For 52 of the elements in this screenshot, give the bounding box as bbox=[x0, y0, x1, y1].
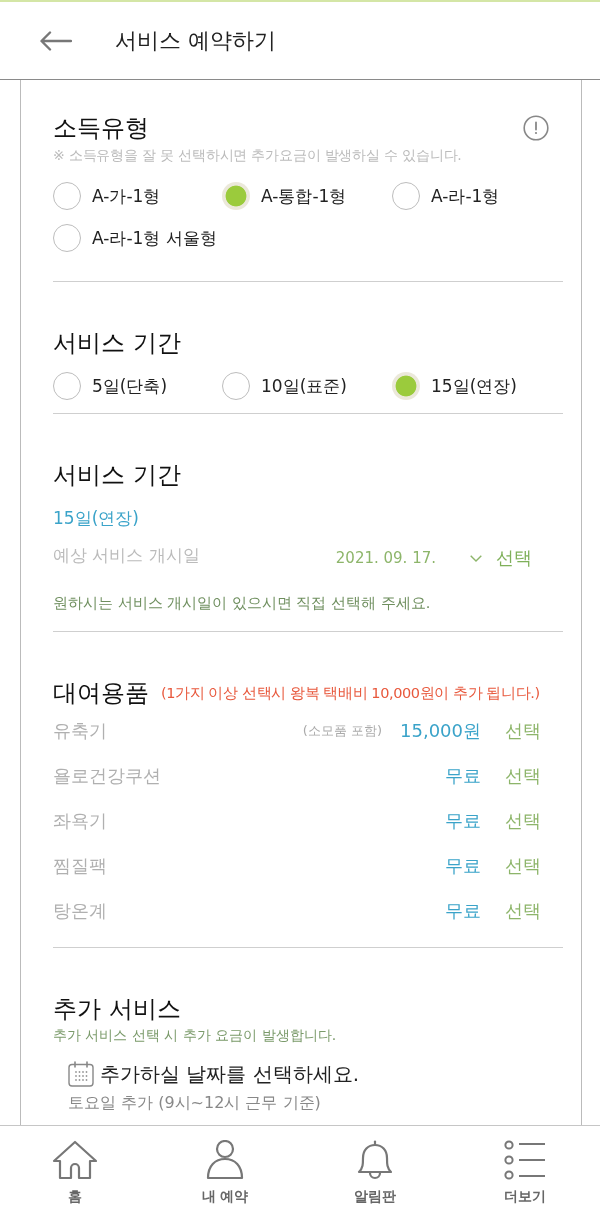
rental-item-name: 유축기 bbox=[53, 718, 108, 743]
section-title: 서비스 기간 bbox=[53, 460, 182, 490]
nav-tab[interactable]: 내 예약 bbox=[150, 1126, 300, 1218]
calendar-icon bbox=[68, 1061, 94, 1087]
nav-tab[interactable]: 홈 bbox=[0, 1126, 150, 1218]
radio-button[interactable] bbox=[392, 372, 420, 400]
menu-icon bbox=[504, 1140, 546, 1180]
rental-item-price: 무료 bbox=[445, 763, 481, 788]
section-title: 서비스 기간 bbox=[53, 328, 182, 358]
section-title: 대여용품 bbox=[53, 678, 149, 708]
shipping-fee-note: (1가지 이상 선택시 왕복 택배비 10,000원이 추가 됩니다.) bbox=[161, 683, 540, 703]
saturday-option[interactable]: 토요일 추가 (9시~12시 근무 기준) bbox=[68, 1092, 563, 1114]
extra-service-note: 추가 서비스 선택 시 추가 요금이 발생합니다. bbox=[53, 1026, 338, 1045]
chevron-down-icon bbox=[470, 554, 482, 562]
rental-item-price: 무료 bbox=[445, 853, 481, 878]
start-date-label: 예상 서비스 개시일 bbox=[53, 543, 200, 567]
radio-button[interactable] bbox=[222, 182, 250, 210]
start-date: 2021. 09. 17. bbox=[335, 549, 436, 567]
bell-icon bbox=[355, 1140, 395, 1180]
rental-item-name: 찜질팩 bbox=[53, 853, 108, 878]
income-type-option[interactable]: A-라-1형 서울형 bbox=[53, 217, 222, 259]
income-type-option[interactable]: A-라-1형 bbox=[392, 175, 562, 217]
period-option[interactable]: 15일(연장) bbox=[392, 365, 562, 407]
rental-item-name: 좌욕기 bbox=[53, 808, 108, 833]
period-option[interactable]: 10일(표준) bbox=[222, 365, 392, 407]
rental-item-price: 15,000원 bbox=[400, 718, 481, 743]
selected-period: 15일(연장) bbox=[53, 507, 140, 530]
rental-item-name: 탕온계 bbox=[53, 898, 108, 923]
person-icon bbox=[206, 1140, 244, 1180]
section-title: 소득유형 bbox=[53, 113, 149, 143]
date-prompt-button[interactable]: 추가하실 날짜를 선택하세요. bbox=[68, 1059, 360, 1089]
radio-button[interactable] bbox=[53, 372, 81, 400]
warning-note: ※ 소득유형을 잘 못 선택하시면 추가요금이 발생하실 수 있습니다. bbox=[53, 146, 463, 165]
rental-item-name: 욜로건강쿠션 bbox=[53, 763, 162, 788]
income-type-option[interactable]: A-가-1형 bbox=[53, 175, 222, 217]
radio-button[interactable] bbox=[392, 182, 420, 210]
radio-button[interactable] bbox=[222, 372, 250, 400]
period-option[interactable]: 5일(단축) bbox=[53, 365, 222, 407]
page-title: 서비스 예약하기 bbox=[115, 26, 276, 55]
rental-item-price: 무료 bbox=[445, 808, 481, 833]
income-type-option[interactable]: A-통합-1형 bbox=[222, 175, 392, 217]
rental-item-detail: (소모품 포함) bbox=[302, 721, 382, 740]
nav-tab[interactable]: 더보기 bbox=[450, 1126, 600, 1218]
start-date-note: 원하시는 서비스 개시일이 있으시면 직접 선택해 주세요. bbox=[53, 594, 432, 613]
radio-button[interactable] bbox=[53, 182, 81, 210]
back-arrow-icon[interactable] bbox=[40, 30, 72, 51]
home-icon bbox=[52, 1140, 98, 1180]
nav-tab[interactable]: 알림판 bbox=[300, 1126, 450, 1218]
radio-button[interactable] bbox=[53, 224, 81, 252]
info-icon[interactable] bbox=[523, 115, 549, 141]
rental-item-price: 무료 bbox=[445, 898, 481, 923]
section-title: 추가 서비스 bbox=[53, 994, 182, 1024]
